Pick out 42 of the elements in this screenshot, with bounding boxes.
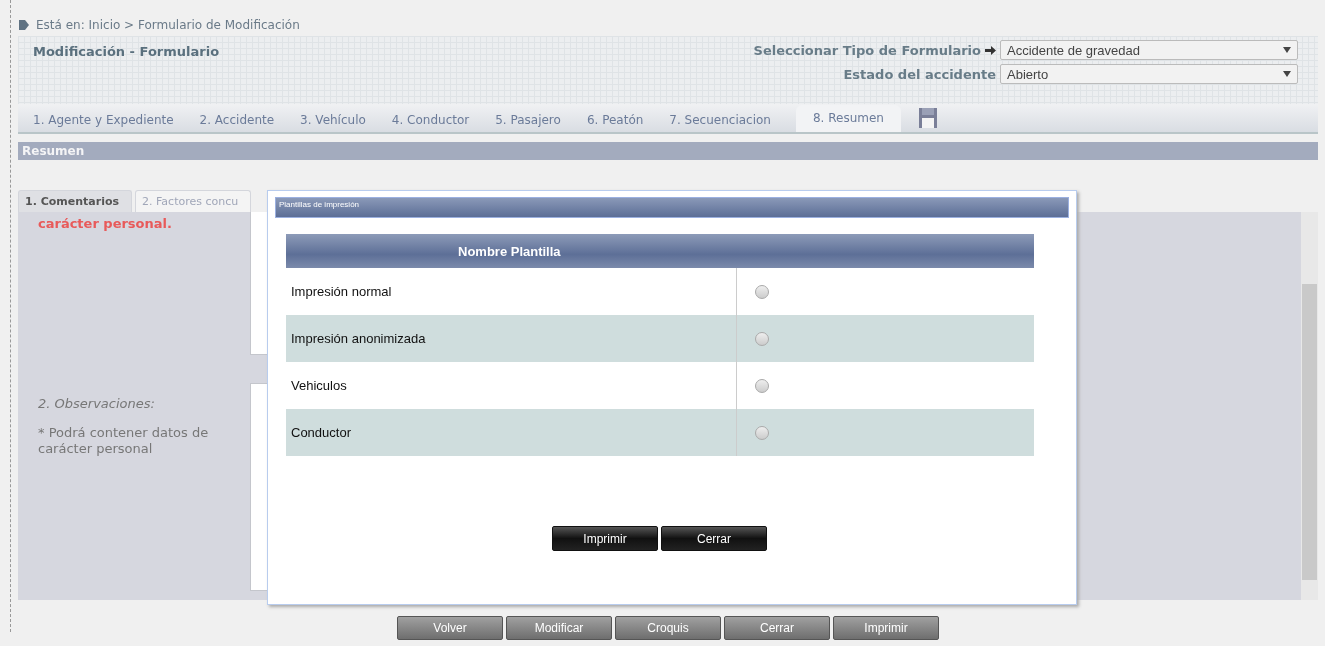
tab[interactable]: 5. Pasajero [482,108,574,132]
triangle-icon [18,19,30,31]
dialog-button[interactable]: Cerrar [661,526,767,551]
column-header: Nombre Plantilla [286,234,1034,268]
tab[interactable]: 3. Vehículo [287,108,379,132]
template-name: Vehiculos [286,362,737,409]
caret-icon [1283,47,1291,53]
action-button[interactable]: Croquis [615,616,721,640]
action-button[interactable]: Imprimir [833,616,939,640]
template-name: Conductor [286,409,737,456]
warning-text: carácter personal. [38,216,173,231]
select-field[interactable]: Accidente de gravedad [1000,40,1298,60]
radio-button[interactable] [755,425,769,440]
tab[interactable]: 6. Peatón [573,108,657,132]
form-title: Modificación - Formulario [33,44,220,60]
action-button[interactable]: Volver [397,616,503,640]
action-button[interactable]: Modificar [506,616,612,640]
arrow-icon [985,45,996,55]
template-name: Impresión anonimizada [286,315,737,362]
tab[interactable]: 1. Agente y Expediente [20,108,187,132]
radio-button[interactable] [755,331,769,346]
breadcrumb: Está en: Inicio > Formulario de Modificación [36,18,300,32]
field-label: Seleccionar Tipo de Formulario [753,42,981,58]
action-button[interactable]: Cerrar [724,616,830,640]
field-label: Estado del accidente [843,66,996,82]
tab[interactable]: 2. Factores concu [135,190,252,212]
tab[interactable]: 8. Resumen [796,105,901,132]
dialog-button[interactable]: Imprimir [552,526,658,551]
scrollbar[interactable] [1301,212,1318,600]
tab[interactable]: 4. Conductor [378,108,483,132]
radio-button[interactable] [755,378,769,393]
section-title: Resumen [18,142,1318,160]
observations-note: * Podrá contener datos de carácter personal [38,425,210,457]
select-field[interactable]: Abierto [1000,64,1298,84]
tab[interactable]: 7. Secuenciacion [656,108,784,132]
caret-icon [1283,71,1291,77]
tab[interactable]: 1. Comentarios [18,190,133,212]
template-name: Impresión normal [286,268,737,315]
tab[interactable]: 2. Accidente [186,108,288,132]
dialog-title: Plantillas de impresión [275,197,1069,218]
radio-button[interactable] [755,284,769,299]
observations-label: 2. Observaciones: [38,396,156,411]
